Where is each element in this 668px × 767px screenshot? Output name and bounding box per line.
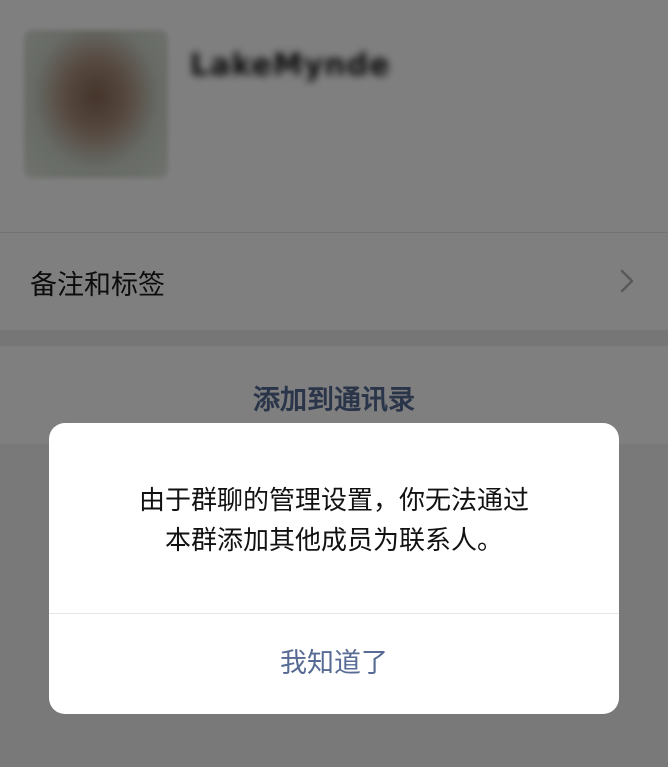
dialog-message-line-2: 本群添加其他成员为联系人。 — [164, 526, 503, 556]
dialog-message-line-1: 由于群聊的管理设置，你无法通过 — [138, 486, 529, 516]
alert-dialog: 由于群聊的管理设置，你无法通过 本群添加其他成员为联系人。 我知道了 — [49, 423, 619, 714]
dialog-message: 由于群聊的管理设置，你无法通过 本群添加其他成员为联系人。 — [79, 481, 589, 561]
dialog-confirm-button[interactable]: 我知道了 — [49, 614, 619, 714]
